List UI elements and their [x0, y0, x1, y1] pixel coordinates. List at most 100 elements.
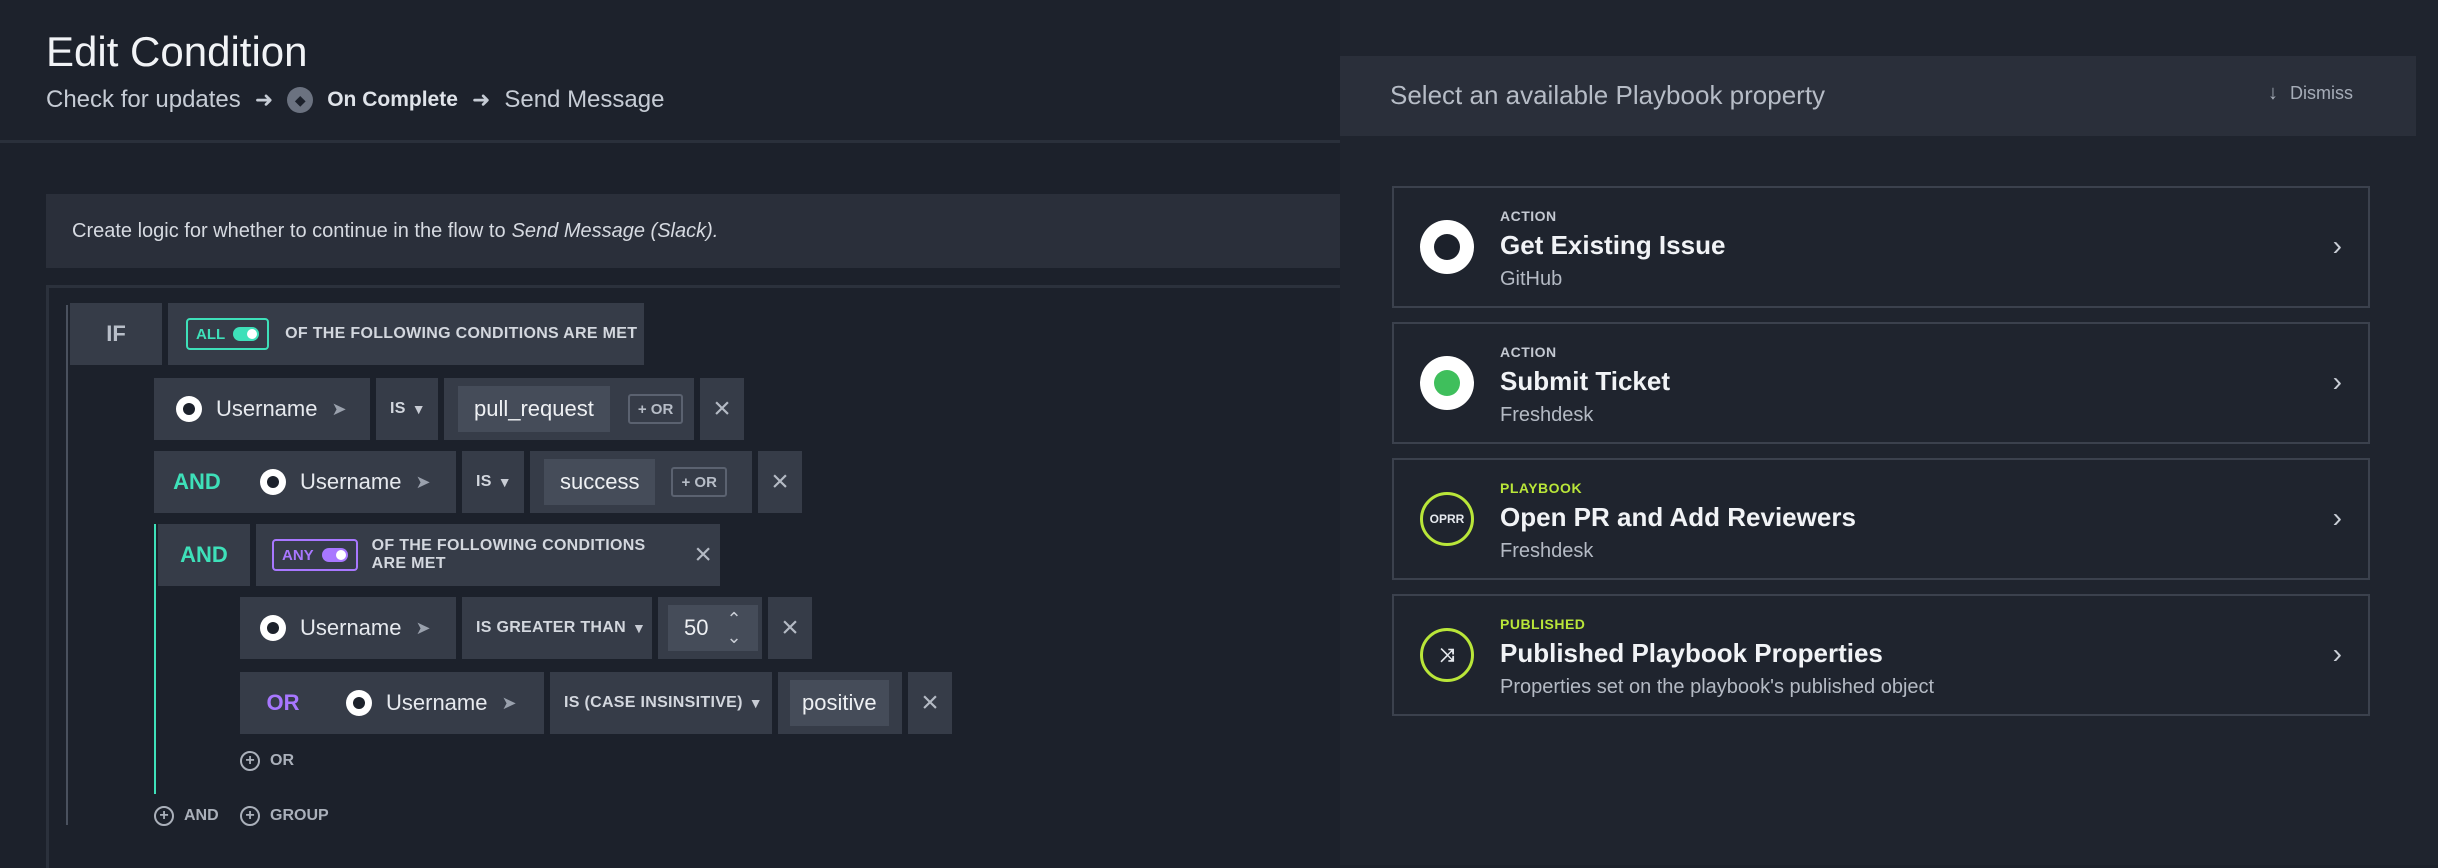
add-or-button[interactable]: + OR	[671, 467, 727, 497]
card-name: Submit Ticket	[1500, 366, 1671, 396]
if-row: IF ALL OF THE FOLLOWING CONDITIONS ARE M…	[70, 303, 644, 365]
and-conjunction: AND	[173, 469, 221, 494]
group-row: AND ANY OF THE FOLLOWING CONDITIONS ARE …	[158, 524, 720, 586]
arrow-right-icon: ➜	[471, 87, 491, 112]
breadcrumb-step-on-complete[interactable]: On Complete	[327, 88, 458, 112]
breadcrumb: Check for updates ➜ ◆ On Complete ➜ Send…	[46, 86, 664, 114]
cursor-pointer-icon: ➤	[501, 692, 517, 713]
property-card-submit-ticket[interactable]: ACTION Submit Ticket Freshdesk ›	[1392, 322, 2370, 444]
card-name: Published Playbook Properties	[1500, 638, 1883, 668]
remove-condition-button[interactable]: ×	[768, 597, 812, 659]
chevron-down-icon: ▼	[497, 474, 512, 490]
chevron-right-icon: ›	[2332, 366, 2342, 397]
add-group-label: GROUP	[270, 807, 329, 824]
close-icon: ×	[921, 686, 939, 719]
value-input[interactable]: pull_request	[458, 386, 610, 432]
freshdesk-icon	[1420, 356, 1474, 410]
github-icon	[176, 396, 202, 422]
chevron-down-icon: ▼	[748, 695, 763, 711]
info-banner: Create logic for whether to continue in …	[46, 194, 1340, 268]
card-type: PUBLISHED	[1500, 616, 1586, 632]
condition-row-1: Username ➤ IS ▼ pull_request + OR ×	[154, 378, 744, 440]
number-stepper[interactable]: 50 ⌃ ⌄	[668, 605, 758, 651]
card-name: Get Existing Issue	[1500, 230, 1726, 260]
field-selector[interactable]: Username ➤	[154, 378, 370, 440]
add-or-link[interactable]: + OR	[240, 751, 294, 771]
field-name: Username	[300, 469, 402, 494]
if-header-block: ALL OF THE FOLLOWING CONDITIONS ARE MET	[168, 303, 644, 365]
chevron-down-icon: ▼	[411, 401, 426, 417]
value-input[interactable]: positive	[790, 680, 889, 726]
arrow-right-icon: ➜	[254, 87, 274, 112]
any-toggle-label: ANY	[282, 546, 314, 564]
page-title: Edit Condition	[46, 28, 308, 75]
playbook-oprr-icon: OPRR	[1420, 492, 1474, 546]
card-subtitle: GitHub	[1500, 268, 1563, 290]
field-selector[interactable]: Username ➤	[240, 451, 456, 513]
toggle-switch-icon	[321, 548, 348, 562]
group-header-block: ANY OF THE FOLLOWING CONDITIONS ARE MET …	[256, 524, 720, 586]
operator-label: IS	[476, 473, 492, 490]
add-group-link[interactable]: + GROUP	[240, 806, 329, 826]
plus-circle-icon: +	[240, 806, 260, 826]
field-selector[interactable]: Username ➤	[240, 597, 456, 659]
group-and-block: AND	[158, 524, 250, 586]
card-subtitle: Freshdesk	[1500, 404, 1594, 426]
card-type: ACTION	[1500, 208, 1557, 224]
banner-text: Create logic for whether to continue in …	[72, 219, 506, 242]
close-icon: ×	[781, 611, 799, 644]
toggle-switch-icon	[233, 327, 260, 341]
breadcrumb-step-check-for-updates[interactable]: Check for updates	[46, 86, 241, 114]
and-label-block: AND	[154, 451, 240, 513]
github-icon	[346, 690, 372, 716]
if-header-text: OF THE FOLLOWING CONDITIONS ARE MET	[285, 325, 638, 342]
operator-select[interactable]: IS (CASE INSINSITIVE) ▼	[550, 672, 772, 734]
if-label-block: IF	[70, 303, 162, 365]
field-name: Username	[386, 690, 488, 715]
plus-circle-icon: +	[240, 751, 260, 771]
dismiss-button[interactable]: ↓ Dismiss	[2268, 82, 2353, 105]
card-type: ACTION	[1500, 344, 1557, 360]
remove-group-close-icon[interactable]: ×	[686, 538, 720, 572]
card-subtitle: Properties set on the playbook's publish…	[1500, 676, 1935, 698]
all-any-toggle[interactable]: ANY	[272, 539, 358, 571]
value-block: success + OR	[530, 451, 752, 513]
add-or-button[interactable]: + OR	[627, 394, 684, 424]
remove-condition-button[interactable]: ×	[908, 672, 952, 734]
github-icon	[1420, 220, 1474, 274]
property-card-published[interactable]: ⤨ PUBLISHED Published Playbook Propertie…	[1392, 594, 2370, 716]
operator-label: IS	[390, 400, 406, 417]
remove-condition-button[interactable]: ×	[700, 378, 744, 440]
operator-select[interactable]: IS GREATER THAN ▼	[462, 597, 652, 659]
plus-circle-icon: +	[154, 806, 174, 826]
arrow-down-icon: ↓	[2268, 82, 2278, 104]
chevron-right-icon: ›	[2332, 230, 2342, 261]
add-or-label: OR	[270, 752, 294, 769]
condition-row-2: AND Username ➤ IS ▼ success + OR ×	[154, 451, 802, 513]
group-and-conjunction: AND	[180, 542, 228, 567]
panel-title: Select an available Playbook property	[1390, 80, 1826, 110]
operator-select[interactable]: IS ▼	[376, 378, 438, 440]
condition-icon: ◆	[287, 87, 314, 113]
property-card-open-pr[interactable]: OPRR PLAYBOOK Open PR and Add Reviewers …	[1392, 458, 2370, 580]
number-value: 50	[684, 615, 709, 640]
field-name: Username	[216, 396, 318, 421]
value-input[interactable]: success	[544, 459, 656, 505]
breadcrumb-step-send-message[interactable]: Send Message	[504, 86, 664, 114]
close-icon: ×	[713, 392, 731, 425]
chevron-right-icon: ›	[2332, 638, 2342, 669]
if-branch-line	[66, 305, 68, 825]
field-selector[interactable]: Username ➤	[326, 672, 544, 734]
operator-label: IS GREATER THAN	[476, 619, 626, 636]
remove-condition-button[interactable]: ×	[758, 451, 802, 513]
operator-select[interactable]: IS ▼	[462, 451, 524, 513]
property-card-get-existing-issue[interactable]: ACTION Get Existing Issue GitHub ›	[1392, 186, 2370, 308]
group-header-text: OF THE FOLLOWING CONDITIONS ARE MET	[371, 537, 646, 572]
cursor-pointer-icon: ➤	[415, 617, 431, 638]
or-conjunction: OR	[266, 690, 300, 715]
add-and-link[interactable]: + AND	[154, 806, 219, 826]
stepper-arrows-icon[interactable]: ⌃ ⌄	[726, 610, 741, 646]
field-name: Username	[300, 615, 402, 640]
dismiss-label: Dismiss	[2290, 83, 2353, 103]
all-any-toggle[interactable]: ALL	[186, 318, 270, 350]
